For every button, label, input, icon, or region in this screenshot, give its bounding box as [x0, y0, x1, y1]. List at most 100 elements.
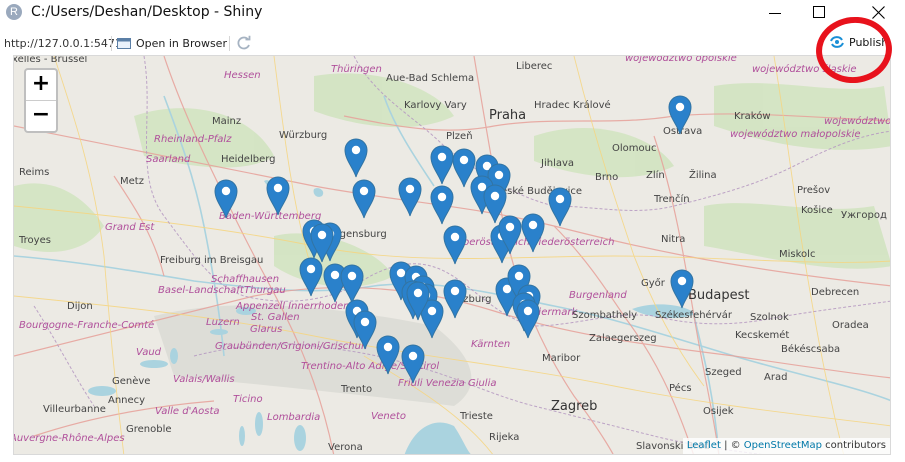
map-label: Basel-Landschaft [158, 285, 244, 296]
url-display[interactable]: http://127.0.0.1:5471 [4, 37, 122, 50]
refresh-icon[interactable] [236, 35, 252, 51]
map-label: Vaud [136, 347, 162, 358]
map-marker-icon[interactable] [548, 187, 572, 227]
title-bar: R C:/Users/Deshan/Desktop - Shiny [0, 0, 905, 30]
map-marker-icon[interactable] [376, 335, 400, 375]
map-marker-icon[interactable] [443, 225, 467, 265]
map-label: Graubünden/Grigioni/Grischun [215, 341, 368, 352]
map-label: St. Gallen [251, 312, 300, 323]
open-in-browser-button[interactable]: Open in Browser [117, 34, 227, 53]
map-label: xelles - Brussel [13, 55, 88, 65]
window-title: C:/Users/Deshan/Desktop - Shiny [31, 4, 263, 20]
map-marker-icon[interactable] [670, 269, 694, 309]
map-label: Prešov [797, 185, 831, 196]
zoom-out-button[interactable]: − [26, 101, 56, 131]
map-label: Würzburg [279, 130, 328, 141]
map-label: Brno [595, 172, 619, 183]
map-marker-icon[interactable] [668, 95, 692, 135]
browser-window-icon [117, 38, 131, 49]
map-label: Dijon [67, 301, 93, 312]
map-label: Jihlava [541, 158, 575, 169]
map-label: Plzeň [446, 131, 473, 142]
map-label: Annecy [108, 395, 146, 406]
map-label: Zlín [646, 170, 665, 181]
map-label: Szombathely [572, 310, 638, 321]
map-label: Miskolc [779, 249, 816, 260]
map-label: Pécs [669, 383, 692, 394]
map-label: Genève [112, 376, 151, 387]
leaflet-map[interactable]: xelles - Brussel Hessen Thüringen Aue-Ba… [13, 55, 891, 455]
map-label: Kraków [734, 111, 771, 122]
map-label: Trenčín [654, 194, 690, 205]
map-marker-icon[interactable] [406, 281, 430, 321]
map-label: Osijek [703, 406, 734, 417]
map-label: Karlovy Vary [404, 100, 467, 111]
map-label: Debrecen [811, 287, 860, 298]
map-label: Rijeka [489, 432, 520, 443]
map-label: Villeurbanne [43, 404, 106, 415]
map-marker-icon[interactable] [521, 213, 545, 253]
viewer-toolbar: http://127.0.0.1:5471 Open in Browser [0, 32, 905, 55]
map-label: Troyes [19, 235, 51, 246]
open-in-browser-label: Open in Browser [136, 37, 227, 50]
map-marker-icon[interactable] [498, 215, 522, 255]
map-label: Thurgau [244, 285, 286, 296]
map-label: Reims [19, 167, 50, 178]
map-label: Grenoble [126, 424, 172, 435]
zoom-control: + − [24, 68, 58, 133]
map-marker-icon[interactable] [352, 179, 376, 219]
map-label: Praha [489, 108, 527, 123]
attribution-contributors: contributors [822, 440, 886, 451]
map-marker-icon[interactable] [353, 310, 377, 350]
map-label: województwo podkarp [824, 116, 891, 127]
map-label: Zagreb [551, 399, 598, 414]
map-label: Luzern [206, 317, 240, 328]
map-label: Thüringen [331, 64, 382, 75]
minimize-button[interactable] [752, 0, 798, 28]
map-marker-icon[interactable] [398, 177, 422, 217]
map-marker-icon[interactable] [340, 264, 364, 304]
toolbar-divider [229, 36, 230, 51]
map-marker-icon[interactable] [430, 185, 454, 225]
map-label: Schaffhausen [211, 274, 280, 285]
map-marker-icon[interactable] [430, 145, 454, 185]
map-marker-icon[interactable] [401, 344, 425, 384]
map-label: Saarland [146, 154, 191, 165]
map-label: Aue-Bad Schlema [386, 73, 475, 84]
map-label: Verona [328, 442, 363, 453]
map-label: Budapest [688, 288, 750, 303]
map-label: Rheinland-Pfalz [154, 134, 232, 145]
map-marker-icon[interactable] [299, 257, 323, 297]
openstreetmap-link[interactable]: OpenStreetMap [744, 440, 822, 451]
map-marker-icon[interactable] [266, 176, 290, 216]
map-marker-icon[interactable] [516, 299, 540, 339]
map-label: Szolnok [750, 312, 789, 323]
map-label: Auvergne-Rhône-Alpes [13, 433, 125, 444]
leaflet-link[interactable]: Leaflet [687, 440, 721, 451]
map-marker-icon[interactable] [344, 138, 368, 178]
map-label: Ticino [233, 394, 263, 405]
map-label: Székesfehérvár [655, 310, 732, 321]
map-label: Veneto [371, 411, 406, 422]
map-label: Hradec Králové [534, 100, 611, 111]
map-label: Trieste [460, 411, 493, 422]
map-label: Arad [764, 372, 788, 383]
map-label: Olomouc [612, 143, 657, 154]
map-label: Metz [120, 176, 144, 187]
map-label: Valais/Wallis [173, 374, 235, 385]
zoom-in-button[interactable]: + [26, 70, 56, 101]
map-attribution: Leaflet | © OpenStreetMap contributors [682, 438, 890, 454]
map-marker-icon[interactable] [443, 279, 467, 319]
map-label: Maribor [542, 353, 581, 364]
map-label: Freiburg im Breisgau [160, 255, 264, 266]
map-label: Trento [341, 384, 373, 395]
maximize-icon [813, 6, 825, 18]
map-label: Glarus [250, 324, 283, 335]
map-marker-icon[interactable] [214, 179, 238, 219]
map-label: Mainz [212, 116, 242, 127]
map-label: Grand Est [105, 222, 155, 233]
map-label: Békéscsaba [781, 344, 841, 355]
map-label: Szeged [705, 367, 742, 378]
map-label: Hessen [224, 70, 261, 81]
map-label: Burgenland [569, 290, 627, 301]
